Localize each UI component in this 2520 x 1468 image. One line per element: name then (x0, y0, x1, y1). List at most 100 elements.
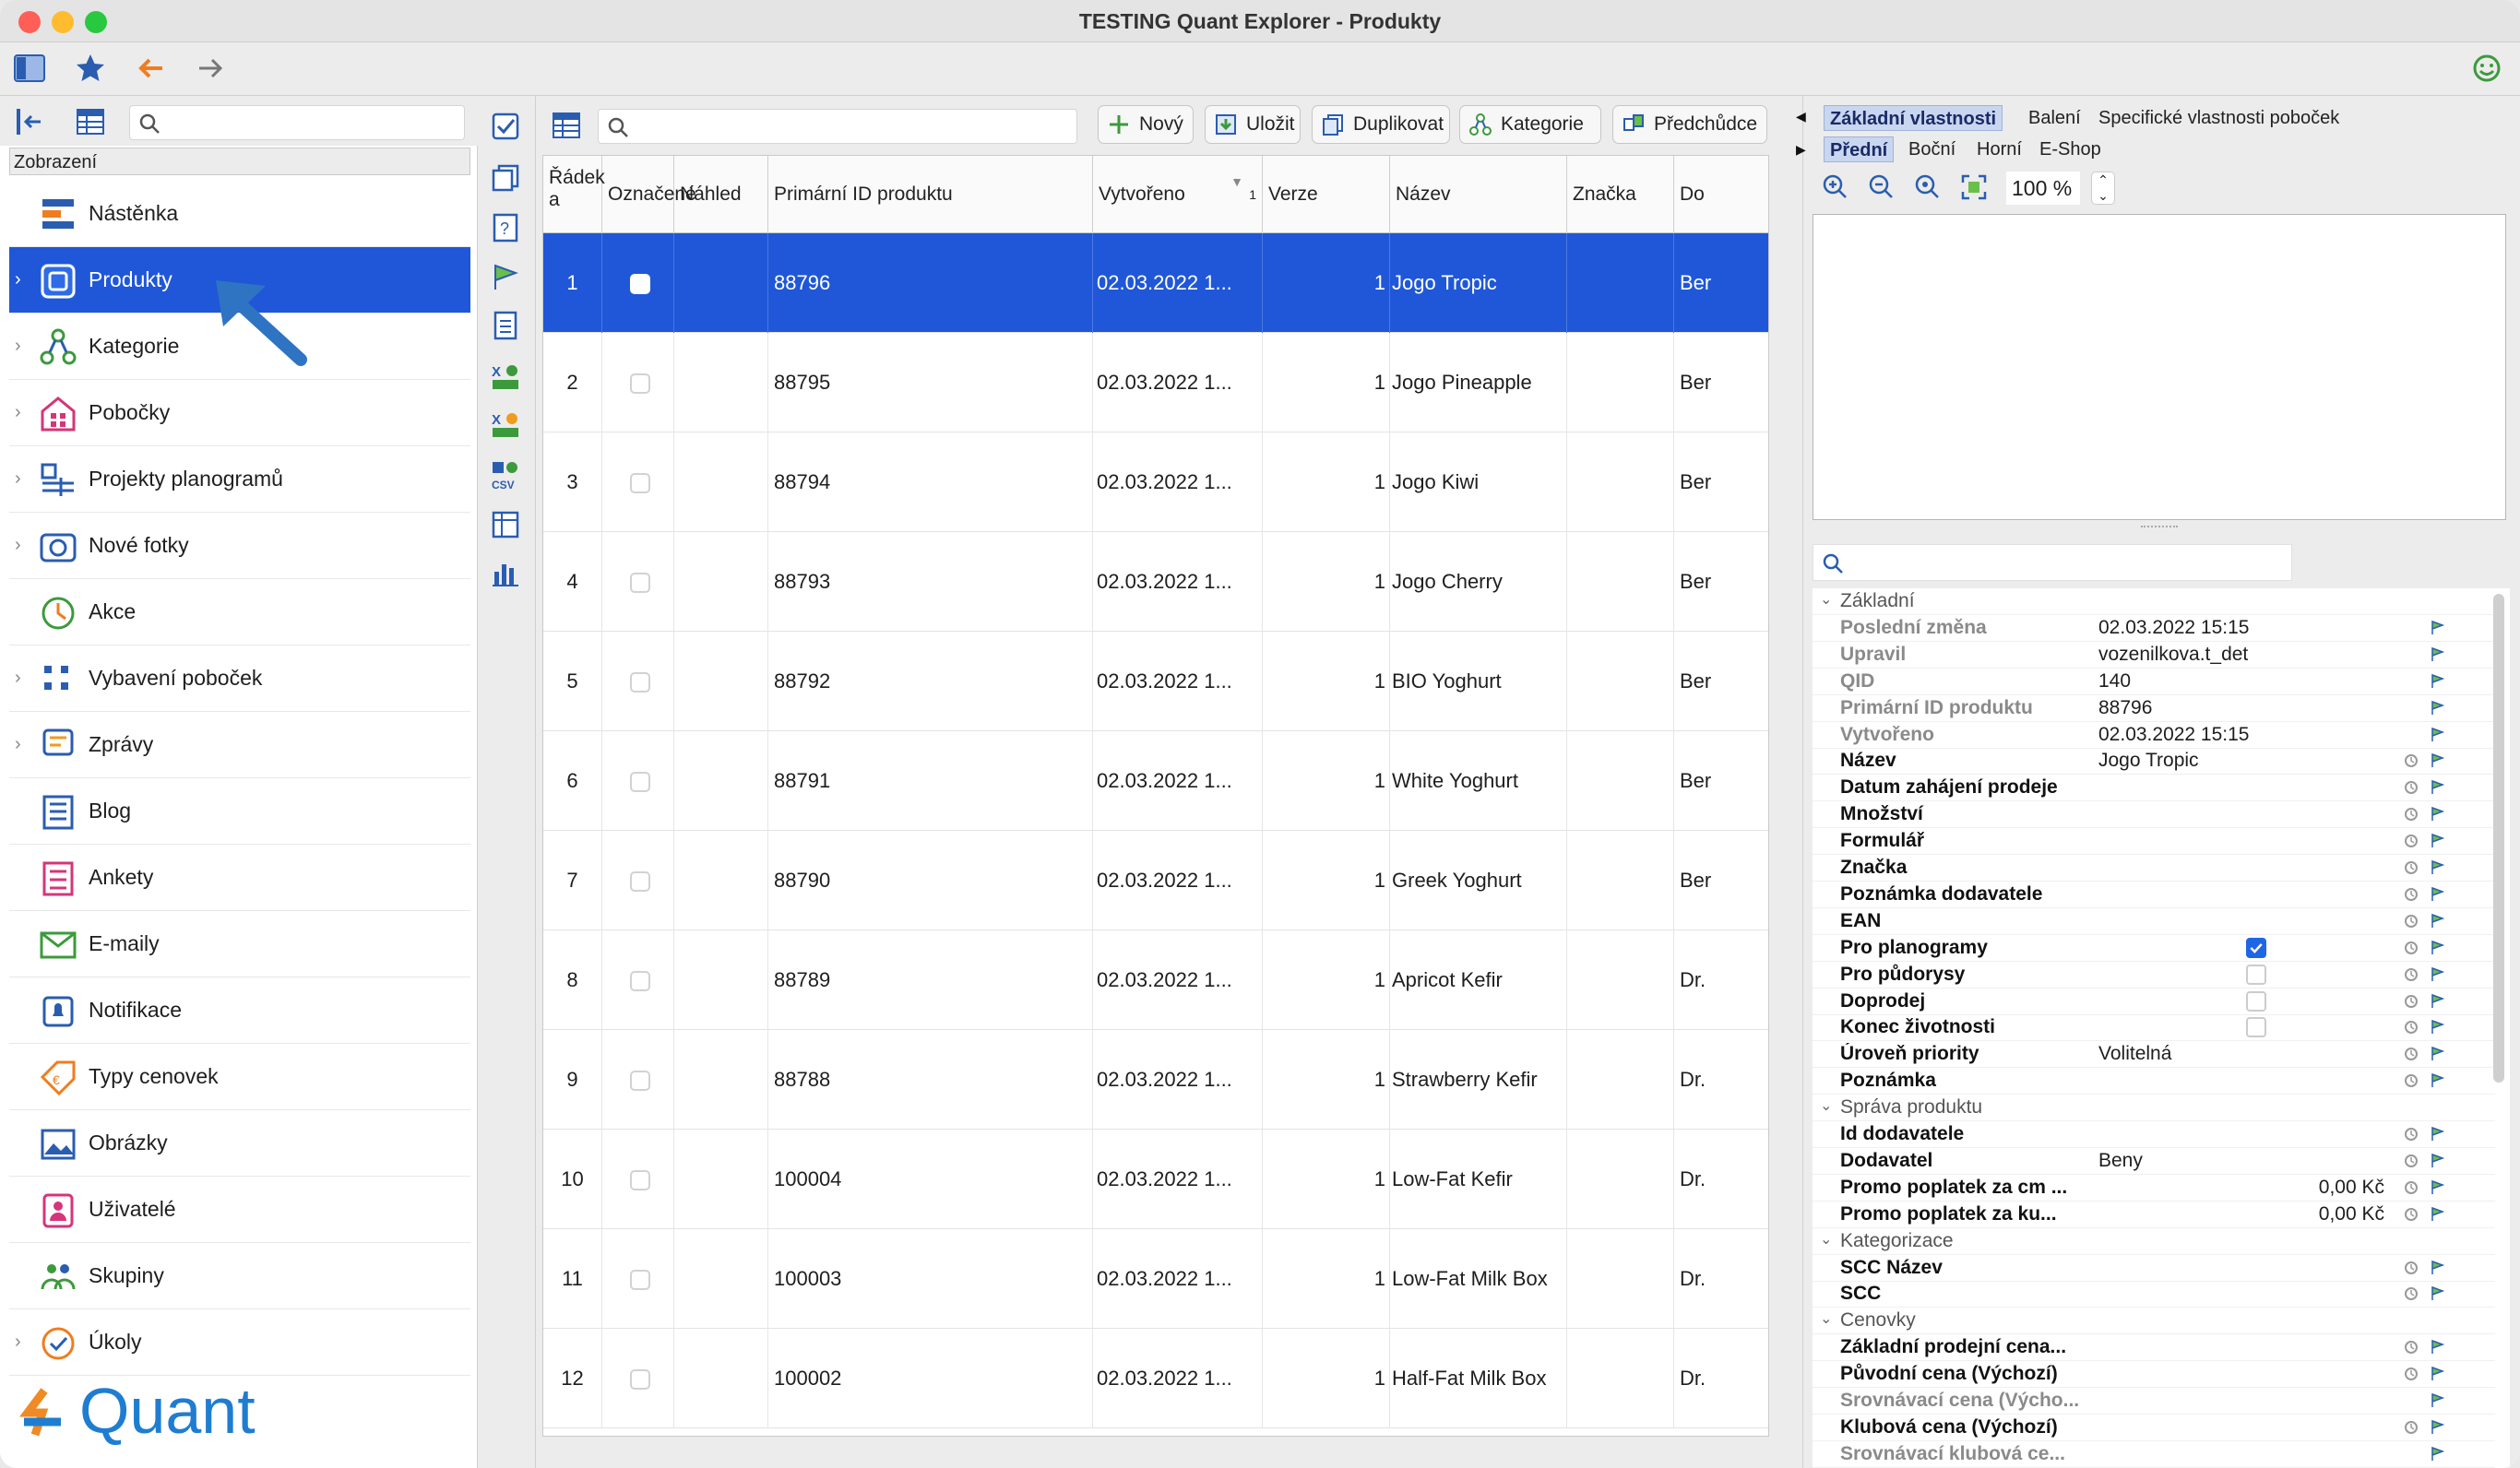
flag-icon[interactable] (2429, 1126, 2445, 1142)
tab-side-view[interactable]: Boční (1903, 136, 1961, 162)
sidebar-item[interactable]: › Úkoly (9, 1309, 470, 1376)
history-icon[interactable] (2403, 913, 2419, 929)
csv-export-icon[interactable]: CSV (490, 459, 521, 491)
flag-icon[interactable] (2429, 673, 2445, 690)
chevron-right-icon[interactable]: › (15, 668, 21, 689)
back-arrow-icon[interactable] (135, 52, 168, 85)
properties-scrollbar[interactable] (2493, 594, 2504, 1083)
flag-icon[interactable] (2429, 1072, 2445, 1089)
history-icon[interactable] (2403, 886, 2419, 903)
sidebar-item[interactable]: Nástěnka (9, 181, 470, 247)
flag-icon[interactable] (2429, 859, 2445, 876)
property-row[interactable]: Promo poplatek za cm ... 0,00 Kč (1813, 1175, 2495, 1202)
sidebar-item[interactable]: Obrázky (9, 1110, 470, 1177)
smiley-icon[interactable] (2472, 53, 2502, 83)
history-icon[interactable] (2403, 1179, 2419, 1196)
history-icon[interactable] (2403, 966, 2419, 983)
flag-icon[interactable] (2429, 993, 2445, 1010)
flag-icon[interactable] (2429, 1419, 2445, 1436)
column-header-brand[interactable]: Značka (1567, 156, 1674, 233)
flag-icon[interactable] (2429, 1046, 2445, 1062)
property-row[interactable]: Vytvořeno 02.03.2022 15:15 (1813, 722, 2495, 749)
history-icon[interactable] (2403, 940, 2419, 956)
marked-checkbox[interactable] (630, 1071, 650, 1091)
table-row[interactable]: 3 88794 02.03.2022 1... 1 Jogo Kiwi Ber (543, 432, 1768, 532)
history-icon[interactable] (2403, 1339, 2419, 1356)
sidebar-item[interactable]: E-maily (9, 911, 470, 977)
expand-right-icon[interactable]: ▶ (1796, 142, 1806, 158)
flag-icon[interactable] (2429, 940, 2445, 956)
column-header-marked[interactable]: Označené (602, 156, 696, 233)
property-row[interactable]: Promo poplatek za ku... 0,00 Kč (1813, 1202, 2495, 1228)
sidebar-item[interactable]: € Typy cenovek (9, 1044, 470, 1110)
marked-checkbox[interactable] (630, 672, 650, 693)
property-row[interactable]: Pro půdorysy (1813, 962, 2495, 989)
property-row[interactable]: Značka (1813, 855, 2495, 882)
marked-checkbox[interactable] (630, 772, 650, 792)
chevron-right-icon[interactable]: › (15, 1332, 21, 1353)
flag-icon[interactable] (2429, 1392, 2445, 1409)
history-icon[interactable] (2403, 1046, 2419, 1062)
property-row[interactable]: Konec životnosti (1813, 1014, 2495, 1042)
history-icon[interactable] (2403, 1285, 2419, 1302)
flag-icon[interactable] (2429, 752, 2445, 769)
property-section[interactable]: ⌄ Kategorizace (1813, 1228, 2495, 1255)
zoom-stepper[interactable]: ⌃ ⌄ (2091, 172, 2115, 205)
sidebar-search-input[interactable] (129, 105, 465, 140)
marked-checkbox[interactable] (630, 1270, 650, 1290)
column-header-version[interactable]: Verze (1263, 156, 1390, 233)
history-icon[interactable] (2403, 1072, 2419, 1089)
column-header-primary-id[interactable]: Primární ID produktu (768, 156, 1093, 233)
property-value[interactable]: 88796 (2098, 697, 2152, 719)
favorites-star-icon[interactable] (74, 52, 107, 85)
flag-icon[interactable] (2429, 1153, 2445, 1169)
excel-import-icon[interactable]: X (490, 409, 521, 441)
document-list-icon[interactable] (490, 310, 521, 341)
property-section[interactable]: ⌄ Základní (1813, 588, 2495, 615)
flag-icon[interactable] (2429, 1339, 2445, 1356)
property-checkbox[interactable] (2246, 1017, 2266, 1038)
property-row[interactable]: Primární ID produktu 88796 (1813, 695, 2495, 722)
tab-branch-properties[interactable]: Specifické vlastnosti poboček (2093, 105, 2345, 131)
chevron-right-icon[interactable]: › (15, 734, 21, 755)
chevron-right-icon[interactable]: › (15, 269, 21, 290)
flag-icon[interactable] (2429, 779, 2445, 796)
duplicate-button[interactable]: Duplikovat (1312, 105, 1450, 144)
tab-front-view[interactable]: Přední (1824, 136, 1895, 162)
flag-icon[interactable] (2429, 1260, 2445, 1276)
column-header-name[interactable]: Název (1390, 156, 1567, 233)
tab-eshop-view[interactable]: E-Shop (2034, 136, 2107, 162)
category-button[interactable]: Kategorie (1459, 105, 1601, 144)
property-row[interactable]: Pro planogramy (1813, 935, 2495, 962)
column-header-supplier[interactable]: Do (1674, 156, 1768, 233)
property-value[interactable]: 0,00 Kč (2319, 1177, 2384, 1199)
history-icon[interactable] (2403, 1153, 2419, 1169)
flag-icon[interactable] (2429, 886, 2445, 903)
table-row[interactable]: 5 88792 02.03.2022 1... 1 BIO Yoghurt Ber (543, 632, 1768, 731)
zoom-reset-icon[interactable] (1914, 173, 1942, 201)
chevron-down-icon[interactable]: ⌄ (1820, 1096, 1832, 1115)
property-row[interactable]: Srovnávací klubová ce... (1813, 1441, 2495, 1468)
check-list-icon[interactable] (490, 111, 521, 142)
property-section[interactable]: ⌄ Správa produktu (1813, 1095, 2495, 1122)
marked-checkbox[interactable] (630, 274, 650, 294)
table-view-icon[interactable] (74, 105, 107, 138)
chevron-right-icon[interactable]: › (15, 402, 21, 423)
property-row[interactable]: Základní prodejní cena... (1813, 1334, 2495, 1362)
property-value[interactable]: Jogo Tropic (2098, 750, 2199, 772)
history-icon[interactable] (2403, 1419, 2419, 1436)
flag-icon[interactable] (2429, 1019, 2445, 1036)
property-row[interactable]: Formulář (1813, 828, 2495, 856)
column-header-created[interactable]: Vytvořeno 1 ▼ (1093, 156, 1263, 233)
sidebar-item[interactable]: › Pobočky (9, 380, 470, 446)
table-row[interactable]: 7 88790 02.03.2022 1... 1 Greek Yoghurt Ber (543, 831, 1768, 930)
property-row[interactable]: Doprodej (1813, 989, 2495, 1015)
sidebar-item[interactable]: › Zprávy (9, 712, 470, 778)
marked-checkbox[interactable] (630, 1170, 650, 1190)
collapse-tree-icon[interactable] (13, 105, 46, 138)
property-row[interactable]: Poznámka (1813, 1068, 2495, 1095)
excel-export-icon[interactable]: X (490, 361, 521, 393)
property-checkbox[interactable] (2246, 937, 2266, 958)
history-icon[interactable] (2403, 752, 2419, 769)
property-row[interactable]: Srovnávací cena (Výcho... (1813, 1388, 2495, 1415)
